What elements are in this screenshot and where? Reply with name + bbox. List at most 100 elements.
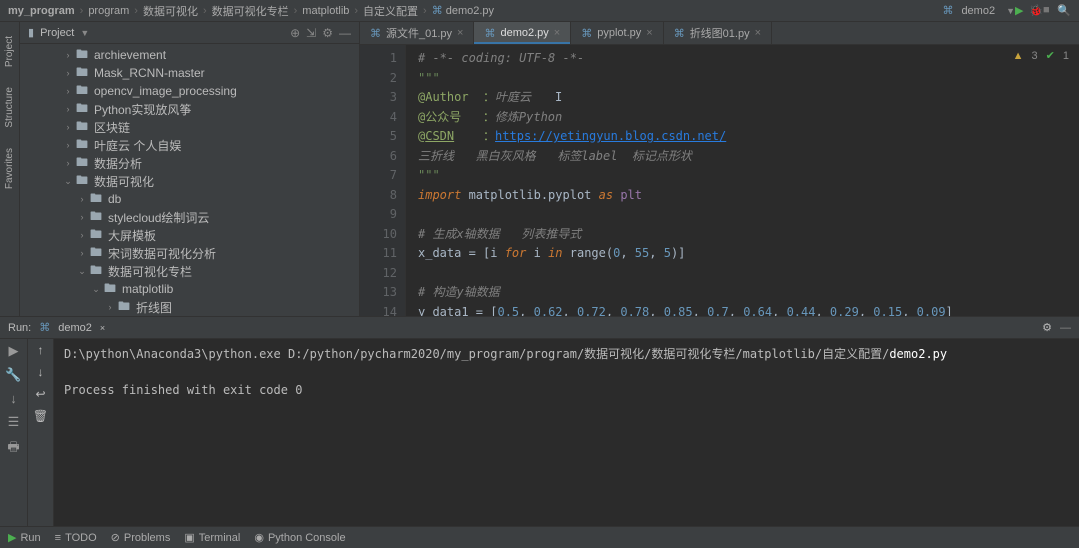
close-icon[interactable]: × <box>100 323 105 333</box>
down-arrow-icon[interactable]: ↓ <box>10 391 17 406</box>
bottom-tab-todo[interactable]: ≡TODO <box>55 532 97 544</box>
bottom-tab-problems[interactable]: ⊘Problems <box>111 531 171 544</box>
close-icon[interactable]: × <box>457 27 463 39</box>
tree-label: 叶庭云 个人自娱 <box>94 137 181 154</box>
run-button[interactable]: ▶ <box>1015 4 1029 18</box>
tab-label: pyplot.py <box>597 27 641 39</box>
trash-icon[interactable]: 🗑 <box>33 409 48 423</box>
tree-arrow-icon[interactable]: › <box>62 50 74 60</box>
editor-tabs: ⌘源文件_01.py×⌘demo2.py×⌘pyplot.py×⌘折线图01.p… <box>360 22 1079 45</box>
print-icon[interactable]: 🖶 <box>7 438 19 460</box>
run-config-name[interactable]: demo2 <box>58 322 92 334</box>
editor-tab[interactable]: ⌘源文件_01.py× <box>360 22 474 44</box>
tree-arrow-icon[interactable]: › <box>62 68 74 78</box>
gear-icon[interactable]: ⚙ <box>322 26 333 40</box>
tree-arrow-icon[interactable]: › <box>76 248 88 258</box>
tree-folder[interactable]: ›🖿区块链 <box>20 118 359 136</box>
tree-arrow-icon[interactable]: › <box>76 194 88 204</box>
editor-tab[interactable]: ⌘demo2.py× <box>474 22 571 44</box>
line-number: 5 <box>360 127 397 147</box>
tree-folder[interactable]: ›🖿Python实现放风筝 <box>20 100 359 118</box>
crumb[interactable]: my_program <box>8 5 75 17</box>
tree-arrow-icon[interactable]: › <box>62 158 74 168</box>
tree-folder[interactable]: ›🖿archievement <box>20 46 359 64</box>
run-config-selector[interactable]: ⌘ demo2 ▼ <box>942 4 1015 17</box>
tree-arrow-icon[interactable]: › <box>76 212 88 222</box>
tree-folder[interactable]: ›🖿叶庭云 个人自娱 <box>20 136 359 154</box>
tree-label: Python实现放风筝 <box>94 101 191 118</box>
wrench-icon[interactable]: 🔧 <box>5 367 21 383</box>
tree-folder[interactable]: ⌄🖿matplotlib <box>20 280 359 298</box>
tree-arrow-icon[interactable]: ⌄ <box>76 266 88 277</box>
tab-label: 折线图01.py <box>690 25 750 41</box>
up-arrow-icon[interactable]: ↑ <box>38 343 44 357</box>
rerun-icon[interactable]: ▶ <box>9 343 19 359</box>
tree-folder[interactable]: ›🖿大屏模板 <box>20 226 359 244</box>
tree-label: matplotlib <box>122 282 173 296</box>
check-icon: ✔ <box>1046 49 1055 62</box>
gear-icon[interactable]: ⚙ <box>1042 321 1052 334</box>
bottom-tab-terminal[interactable]: ▣Terminal <box>184 531 240 544</box>
python-file-icon: ⌘ <box>484 27 495 40</box>
run-panel: Run: ⌘ demo2 × ⚙ — ▶ 🔧 ↓ ☰ 🖶 ↑ ↓ ↩ 🗑 D:\… <box>0 316 1079 526</box>
project-label: Project <box>40 27 74 39</box>
editor-tab[interactable]: ⌘pyplot.py× <box>571 22 663 44</box>
project-tree[interactable]: ›🖿archievement›🖿Mask_RCNN-master›🖿opencv… <box>20 44 359 316</box>
tree-label: 大屏模板 <box>108 227 156 244</box>
editor-body: ▲3 ✔1 1234567891011121314 # -*- coding: … <box>360 45 1079 316</box>
tree-folder[interactable]: ›🖿数据分析 <box>20 154 359 172</box>
debug-button[interactable]: 🐞 <box>1029 4 1043 18</box>
bottom-tab-run[interactable]: ▶Run <box>8 531 41 544</box>
editor-warnings[interactable]: ▲3 ✔1 <box>1013 49 1069 62</box>
search-icon[interactable]: 🔍 <box>1057 4 1071 18</box>
stop-button[interactable]: ■ <box>1043 4 1057 18</box>
chevron-down-icon[interactable]: ▼ <box>80 28 89 38</box>
sidebar-tab-structure[interactable]: Structure <box>4 83 15 132</box>
collapse-icon[interactable]: ⇲ <box>306 26 316 40</box>
python-file-icon: ⌘ <box>39 321 50 334</box>
tree-folder[interactable]: ›🖿db <box>20 190 359 208</box>
down-arrow-icon[interactable]: ↓ <box>38 365 44 379</box>
tree-arrow-icon[interactable]: › <box>76 230 88 240</box>
crumb[interactable]: program <box>88 5 129 17</box>
tree-folder[interactable]: ⌄🖿数据可视化专栏 <box>20 262 359 280</box>
crumb[interactable]: 数据可视化 <box>143 3 198 19</box>
tree-arrow-icon[interactable]: › <box>104 302 116 312</box>
python-file-icon: ⌘ <box>432 4 443 17</box>
tree-arrow-icon[interactable]: ⌄ <box>90 284 102 295</box>
terminal-icon: ▣ <box>184 531 194 544</box>
close-icon[interactable]: × <box>646 27 652 39</box>
locate-icon[interactable]: ⊕ <box>290 26 300 40</box>
tree-arrow-icon[interactable]: › <box>62 122 74 132</box>
hide-icon[interactable]: — <box>1060 322 1071 334</box>
tree-arrow-icon[interactable]: ⌄ <box>62 176 74 187</box>
close-icon[interactable]: × <box>755 27 761 39</box>
sidebar-tab-project[interactable]: Project <box>4 32 15 71</box>
console-output[interactable]: D:\python\Anaconda3\python.exe D:/python… <box>54 339 1079 526</box>
breadcrumb-bar: my_program › program › 数据可视化 › 数据可视化专栏 ›… <box>0 0 1079 22</box>
tree-folder[interactable]: ›🖿opencv_image_processing <box>20 82 359 100</box>
tree-folder[interactable]: ›🖿宋词数据可视化分析 <box>20 244 359 262</box>
close-icon[interactable]: × <box>554 27 560 39</box>
soft-wrap-icon[interactable]: ↩ <box>35 387 45 401</box>
crumb[interactable]: matplotlib <box>302 5 349 17</box>
tree-folder[interactable]: ›🖿Mask_RCNN-master <box>20 64 359 82</box>
crumb[interactable]: 数据可视化专栏 <box>212 3 289 19</box>
sidebar-tab-favorites[interactable]: Favorites <box>4 144 15 193</box>
tree-label: 折线图 <box>136 299 172 316</box>
hide-icon[interactable]: — <box>339 26 351 40</box>
crumb-file[interactable]: demo2.py <box>446 5 494 17</box>
filter-icon[interactable]: ☰ <box>8 414 20 430</box>
tree-folder[interactable]: ›🖿stylecloud绘制词云 <box>20 208 359 226</box>
bottom-tab-pyconsole[interactable]: ◉Python Console <box>254 531 345 544</box>
line-number: 10 <box>360 225 397 245</box>
crumb[interactable]: 自定义配置 <box>363 3 418 19</box>
tree-arrow-icon[interactable]: › <box>62 140 74 150</box>
tree-folder[interactable]: ›🖿折线图 <box>20 298 359 316</box>
tree-label: 数据分析 <box>94 155 142 172</box>
code-editor[interactable]: # -*- coding: UTF-8 -*- """ @Author ：叶庭云… <box>406 45 1079 316</box>
tree-arrow-icon[interactable]: › <box>62 86 74 96</box>
tree-arrow-icon[interactable]: › <box>62 104 74 114</box>
editor-tab[interactable]: ⌘折线图01.py× <box>664 22 772 44</box>
tree-folder[interactable]: ⌄🖿数据可视化 <box>20 172 359 190</box>
